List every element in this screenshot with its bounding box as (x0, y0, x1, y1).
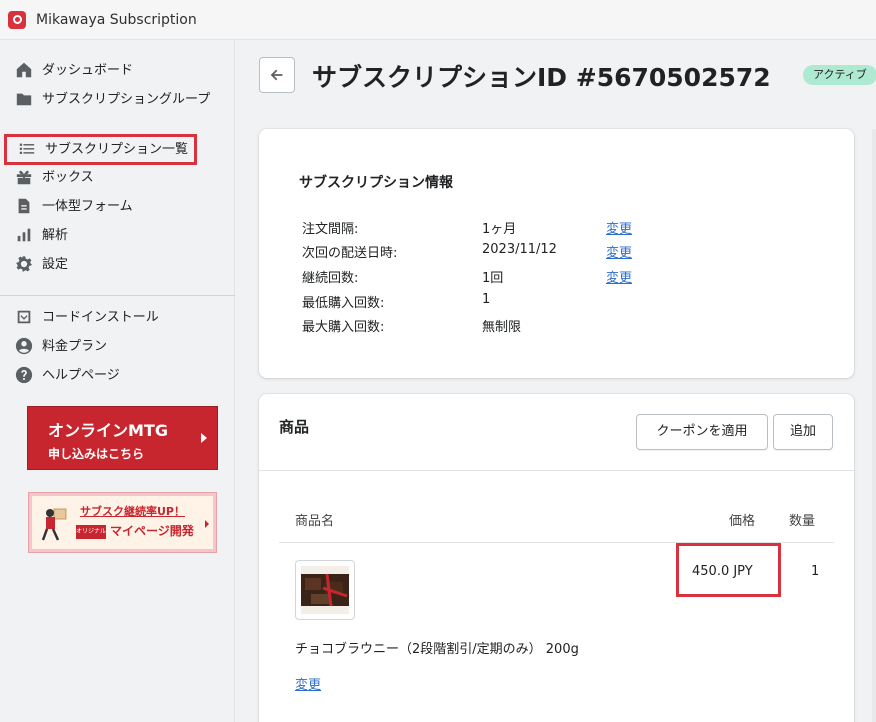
info-label: 最低購入回数: (302, 296, 385, 311)
banner-up-subtitle: マイページ開発 (110, 524, 194, 538)
sidebar-item-label: サブスクリプション一覧 (45, 142, 189, 157)
page-title: サブスクリプションID #5670502572 (312, 63, 771, 92)
product-name: チョコブラウニー（2段階割引/定期のみ） 200g (295, 642, 579, 657)
add-product-button[interactable]: 追加 (773, 414, 833, 450)
info-value: 1ヶ月 (482, 222, 517, 237)
apply-coupon-button[interactable]: クーポンを適用 (636, 414, 768, 450)
sidebar-item-label: ダッシュボード (42, 63, 134, 78)
info-row-next-delivery: 次回の配送日時: 2023/11/12 変更 (302, 242, 722, 262)
sidebar-item-dashboard[interactable]: ダッシュボード (14, 60, 217, 81)
online-mtg-banner[interactable]: オンラインMTG 申し込みはこちら (27, 406, 218, 470)
product-price: 450.0 JPY (692, 564, 753, 579)
play-arrow-icon (205, 520, 209, 528)
sidebar-item-subscription-list[interactable]: サブスクリプション一覧 (4, 134, 198, 165)
back-button[interactable] (259, 57, 295, 93)
info-label: 最大購入回数: (302, 320, 385, 335)
column-header-name: 商品名 (295, 514, 335, 529)
delivery-person-icon (41, 508, 67, 541)
banner-mtg-subtitle: 申し込みはこちら (48, 447, 145, 461)
info-value: 2023/11/12 (482, 242, 557, 257)
product-quantity: 1 (811, 564, 820, 579)
info-label: 次回の配送日時: (302, 246, 398, 261)
info-row-max-purchases: 最大購入回数: 無制限 (302, 316, 722, 336)
sidebar-item-pricing[interactable]: 料金プラン (14, 336, 217, 357)
sidebar-item-settings[interactable]: 設定 (14, 254, 217, 275)
sidebar-item-label: ヘルプページ (42, 368, 120, 383)
subscription-info-heading: サブスクリプション情報 (299, 175, 453, 191)
sidebar: ダッシュボード サブスクリプショングループ サブスクリプション一覧 ボックス 一… (0, 40, 235, 722)
product-thumbnail (295, 560, 355, 620)
sidebar-item-code-install[interactable]: コードインストール (14, 307, 217, 328)
folder-icon (14, 89, 34, 109)
banner-up-title: サブスク継続率UP！ (80, 505, 185, 518)
info-row-renewal-count: 継続回数: 1回 変更 (302, 267, 722, 287)
product-image (301, 566, 349, 614)
app-topbar: Mikawaya Subscription (0, 0, 876, 40)
arrow-left-icon (270, 69, 283, 81)
analytics-icon (14, 225, 34, 245)
sidebar-item-integrated-form[interactable]: 一体型フォーム (14, 196, 217, 217)
install-icon (14, 307, 34, 327)
products-card: 商品 クーポンを適用 追加 商品名 価格 数量 450.0 JPY 1 チョコブ… (259, 394, 854, 722)
app-title: Mikawaya Subscription (36, 11, 197, 28)
change-order-interval-link[interactable]: 変更 (606, 218, 632, 237)
play-arrow-icon (201, 433, 207, 443)
mypage-development-banner[interactable]: サブスク継続率UP！ オリジナル マイページ開発 (28, 492, 217, 553)
change-renewal-count-link[interactable]: 変更 (606, 267, 632, 286)
info-value: 無制限 (482, 320, 522, 335)
column-header-price: 価格 (729, 514, 756, 529)
sidebar-item-label: コードインストール (42, 310, 159, 325)
info-value: 1 (482, 292, 491, 307)
sidebar-item-help[interactable]: ヘルプページ (14, 365, 217, 386)
list-icon (17, 139, 37, 159)
help-icon (14, 365, 34, 385)
sidebar-item-box[interactable]: ボックス (14, 167, 217, 188)
info-label: 注文間隔: (302, 222, 359, 237)
gift-icon (14, 167, 34, 187)
column-header-qty: 数量 (789, 514, 816, 529)
sidebar-item-analytics[interactable]: 解析 (14, 225, 217, 246)
home-icon (14, 60, 34, 80)
info-label: 継続回数: (302, 271, 359, 286)
price-highlight: 450.0 JPY (676, 543, 781, 597)
info-value: 1回 (482, 271, 504, 286)
info-row-min-purchases: 最低購入回数: 1 (302, 292, 722, 312)
products-heading: 商品 (279, 418, 310, 436)
banner-up-tag: オリジナル (76, 525, 106, 539)
sidebar-item-label: ボックス (42, 170, 94, 185)
app-logo-icon (8, 10, 26, 29)
status-badge: アクティブ (803, 65, 876, 85)
sidebar-item-label: 設定 (42, 257, 69, 272)
account-icon (14, 336, 34, 356)
banner-mtg-title: オンラインMTG (48, 421, 168, 440)
gear-icon (14, 254, 34, 274)
sidebar-divider (0, 295, 235, 296)
change-next-delivery-link[interactable]: 変更 (606, 242, 632, 261)
sidebar-item-label: サブスクリプショングループ (42, 92, 211, 107)
subscription-info-card: サブスクリプション情報 注文間隔: 1ヶ月 変更 次回の配送日時: 2023/1… (259, 129, 854, 378)
right-panel-edge (872, 129, 876, 722)
sidebar-item-label: 料金プラン (42, 339, 108, 354)
sidebar-item-subscription-groups[interactable]: サブスクリプショングループ (14, 89, 217, 110)
sidebar-item-label: 一体型フォーム (42, 199, 133, 214)
change-product-link[interactable]: 変更 (295, 674, 321, 693)
info-row-order-interval: 注文間隔: 1ヶ月 変更 (302, 218, 722, 238)
document-icon (14, 196, 34, 216)
sidebar-item-label: 解析 (42, 228, 69, 243)
card-divider (259, 470, 854, 471)
